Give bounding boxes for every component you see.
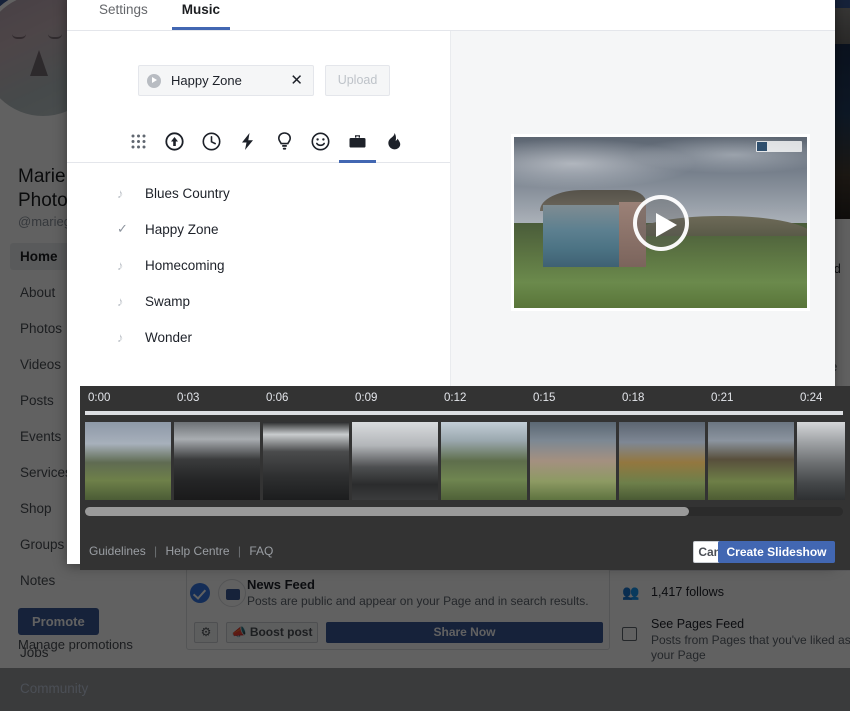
music-search-row: Happy Zone ✕ Upload (67, 31, 450, 96)
watermark-logo (756, 141, 802, 152)
timeline-thumbnail-strip[interactable] (85, 422, 845, 500)
track-name: Happy Zone (145, 222, 219, 237)
footer-separator: | (154, 544, 157, 558)
list-item[interactable]: ♪ Wonder (117, 325, 450, 349)
video-preview[interactable] (511, 134, 810, 311)
grid-icon[interactable] (120, 125, 157, 163)
timeline-scrollbar[interactable] (85, 507, 843, 516)
track-name: Homecoming (145, 258, 225, 273)
tab-music[interactable]: Music (172, 2, 230, 30)
timeline-thumbnail[interactable] (441, 422, 527, 500)
play-button-icon[interactable] (633, 195, 689, 251)
music-note-icon: ♪ (117, 186, 135, 201)
guidelines-link[interactable]: Guidelines (89, 544, 146, 558)
timeline-ruler: 0:00 0:03 0:06 0:09 0:12 0:15 0:18 0:21 … (80, 386, 850, 414)
music-note-icon: ♪ (117, 330, 135, 345)
list-item[interactable]: ✓ Happy Zone (117, 217, 450, 241)
timeline-tick: 0:15 (533, 392, 555, 404)
timeline-thumbnail[interactable] (530, 422, 616, 500)
briefcase-icon[interactable] (339, 125, 376, 163)
timeline-tick: 0:03 (177, 392, 199, 404)
music-note-icon: ♪ (117, 258, 135, 273)
music-note-icon: ♪ (117, 294, 135, 309)
upload-button[interactable]: Upload (325, 65, 390, 96)
list-item[interactable]: ♪ Swamp (117, 289, 450, 313)
timeline-tick: 0:06 (266, 392, 288, 404)
timeline-tick: 0:24 (800, 392, 822, 404)
video-thumbnail (514, 137, 807, 308)
track-name: Wonder (145, 330, 192, 345)
slideshow-timeline: 0:00 0:03 0:06 0:09 0:12 0:15 0:18 0:21 … (80, 386, 850, 534)
dialog-footer: Guidelines | Help Centre | FAQ Cancel Cr… (80, 534, 850, 570)
timeline-tick: 0:12 (444, 392, 466, 404)
timeline-tick: 0:09 (355, 392, 377, 404)
sidebar-item-community[interactable]: Community (10, 675, 120, 702)
help-centre-link[interactable]: Help Centre (166, 544, 230, 558)
lightning-bolt-icon[interactable] (230, 125, 267, 163)
tab-settings[interactable]: Settings (89, 2, 158, 30)
timeline-thumbnail[interactable] (797, 422, 845, 500)
timeline-thumbnail[interactable] (85, 422, 171, 500)
timeline-thumbnail[interactable] (263, 422, 349, 500)
music-search-input[interactable]: Happy Zone ✕ (138, 65, 314, 96)
lightbulb-icon[interactable] (266, 125, 303, 163)
arrow-up-circle-icon[interactable] (157, 125, 194, 163)
timeline-progress-fill (85, 411, 843, 415)
faq-link[interactable]: FAQ (249, 544, 273, 558)
timeline-tick: 0:18 (622, 392, 644, 404)
list-item[interactable]: ♪ Homecoming (117, 253, 450, 277)
timeline-tick: 0:21 (711, 392, 733, 404)
dialog-tabbar: Settings Music (67, 0, 835, 31)
timeline-thumbnail[interactable] (708, 422, 794, 500)
timeline-thumbnail[interactable] (619, 422, 705, 500)
footer-links: Guidelines | Help Centre | FAQ (89, 544, 273, 558)
create-slideshow-button[interactable]: Create Slideshow (718, 541, 835, 563)
timeline-scrollbar-thumb[interactable] (85, 507, 689, 516)
music-category-tabs (67, 125, 450, 163)
track-name: Swamp (145, 294, 190, 309)
play-circle-icon[interactable] (147, 74, 161, 88)
timeline-progress-track[interactable] (85, 411, 843, 415)
music-track-list: ♪ Blues Country ✓ Happy Zone ♪ Homecomin… (67, 181, 450, 349)
timeline-thumbnail[interactable] (352, 422, 438, 500)
timeline-tick: 0:00 (88, 392, 110, 404)
clock-icon[interactable] (193, 125, 230, 163)
footer-separator: | (238, 544, 241, 558)
check-icon: ✓ (117, 221, 135, 237)
selected-track-value: Happy Zone (171, 73, 288, 88)
list-item[interactable]: ♪ Blues Country (117, 181, 450, 205)
timeline-thumbnail[interactable] (174, 422, 260, 500)
flame-icon[interactable] (376, 125, 413, 163)
track-name: Blues Country (145, 186, 230, 201)
close-icon[interactable]: ✕ (288, 73, 305, 88)
smiley-face-icon[interactable] (303, 125, 340, 163)
